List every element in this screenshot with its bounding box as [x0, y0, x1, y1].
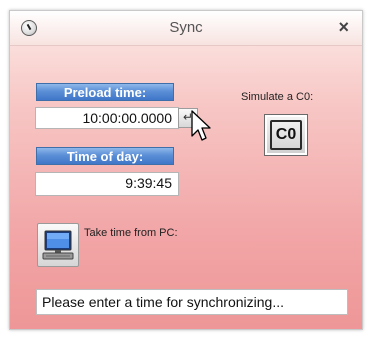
status-message: Please enter a time for synchronizing...: [36, 289, 348, 315]
take-time-from-pc-label: Take time from PC:: [84, 227, 178, 239]
preload-time-label: Preload time:: [36, 83, 174, 101]
c0-button-label: C0: [270, 120, 302, 150]
preload-time-input[interactable]: 10:00:00.0000: [35, 107, 179, 129]
sync-window: Sync × Preload time: 10:00:00.0000 ↵ Sim…: [9, 10, 363, 330]
mouse-pointer-icon: [191, 110, 211, 141]
time-of-day-label: Time of day:: [36, 147, 174, 165]
time-of-day-field: 9:39:45: [35, 172, 179, 196]
simulate-c0-button[interactable]: C0: [264, 114, 308, 156]
title-bar[interactable]: Sync ×: [10, 11, 362, 46]
take-time-from-pc-button[interactable]: [37, 223, 79, 267]
close-button[interactable]: ×: [338, 17, 349, 38]
computer-icon: [42, 230, 74, 260]
simulate-c0-label: Simulate a C0:: [241, 91, 314, 103]
window-title: Sync: [169, 19, 203, 36]
